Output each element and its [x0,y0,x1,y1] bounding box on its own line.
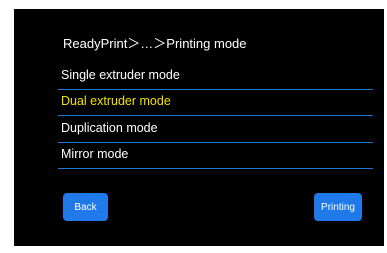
menu-item-mirror-mode[interactable]: Mirror mode [58,145,373,169]
menu-item-duplication-mode[interactable]: Duplication mode [58,119,373,143]
menu-item-label: Dual extruder mode [61,94,171,108]
breadcrumb: ReadyPrint＞…＞Printing mode [63,36,247,51]
menu-item-dual-extruder-mode[interactable]: Dual extruder mode [58,92,373,116]
menu-item-label: Single extruder mode [61,68,180,82]
menu-item-label: Mirror mode [61,147,129,161]
printing-button[interactable]: Printing [314,193,362,221]
back-button[interactable]: Back [63,193,108,221]
menu-item-label: Duplication mode [61,121,158,135]
printer-screen: ReadyPrint＞…＞Printing mode Single extrud… [14,9,384,246]
menu-item-single-extruder-mode[interactable]: Single extruder mode [58,66,373,90]
